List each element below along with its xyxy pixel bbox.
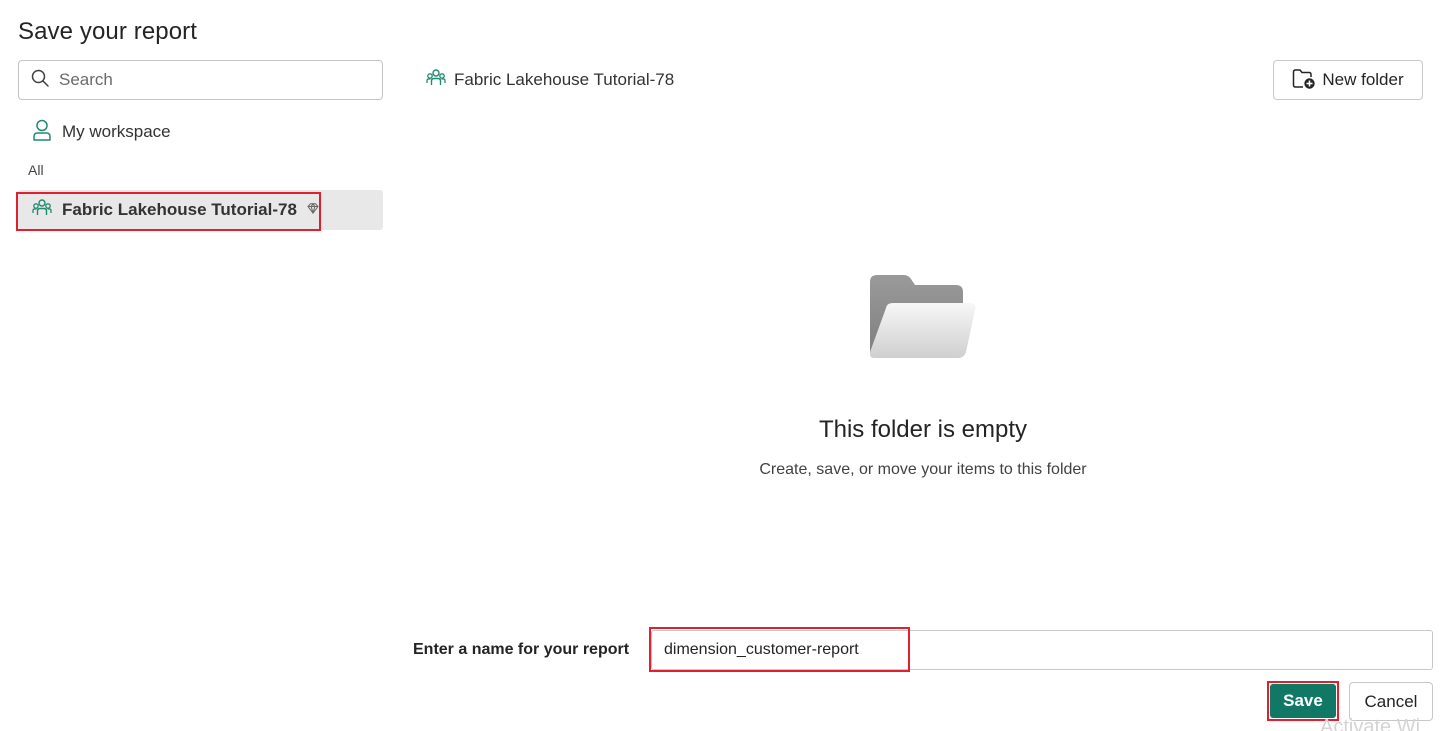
new-folder-button[interactable]: New folder: [1273, 60, 1423, 100]
empty-state-subtitle: Create, save, or move your items to this…: [759, 461, 1087, 478]
nav-item-my-workspace[interactable]: My workspace: [32, 118, 171, 146]
report-name-label: Enter a name for your report: [413, 641, 630, 658]
workspace-people-icon: [426, 68, 446, 93]
breadcrumb: Fabric Lakehouse Tutorial-78: [426, 66, 674, 94]
save-button[interactable]: Save: [1270, 684, 1336, 718]
report-name-field[interactable]: [651, 630, 1433, 670]
folder-add-icon: [1292, 68, 1316, 93]
breadcrumb-label: Fabric Lakehouse Tutorial-78: [454, 70, 675, 89]
report-name-input[interactable]: [664, 641, 1404, 659]
search-input[interactable]: [59, 70, 359, 90]
nav-item-label: My workspace: [62, 122, 171, 141]
new-folder-label: New folder: [1322, 70, 1404, 89]
workspace-people-icon: [32, 198, 52, 223]
nav-item-workspace-selected[interactable]: Fabric Lakehouse Tutorial-78: [18, 190, 383, 230]
empty-folder-illustration: [866, 272, 978, 367]
search-box[interactable]: [18, 60, 383, 100]
empty-state-title: This folder is empty: [818, 416, 1028, 443]
person-icon: [32, 119, 52, 146]
save-report-dialog: Save your report My workspace All: [0, 0, 1449, 731]
activation-watermark: Activate Wi: [1320, 716, 1421, 731]
dialog-title: Save your report: [18, 18, 198, 45]
nav-item-label: Fabric Lakehouse Tutorial-78: [62, 200, 297, 219]
section-label-all: All: [28, 162, 44, 178]
search-icon: [31, 69, 49, 92]
diamond-icon: [307, 201, 319, 219]
